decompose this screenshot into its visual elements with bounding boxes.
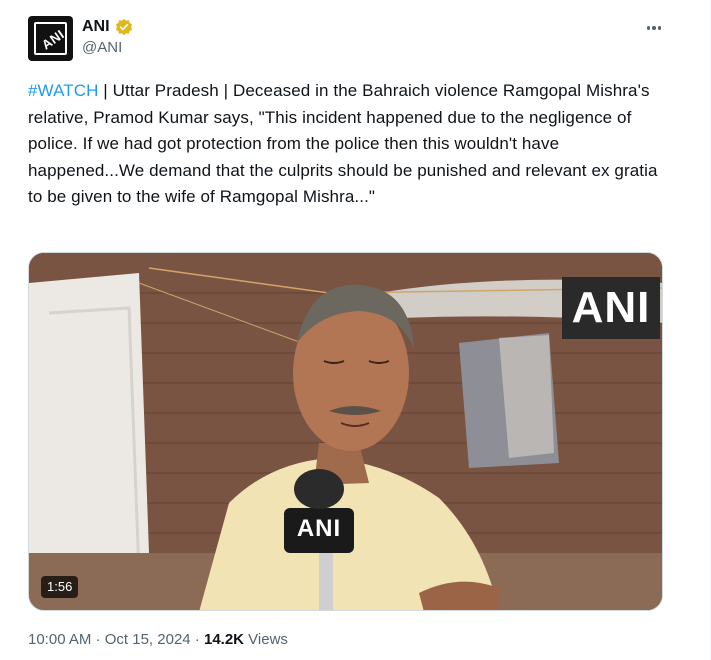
author-name-row: ANI (82, 16, 133, 38)
views-count: 14.2K (203, 631, 245, 648)
hashtag-link[interactable]: #WATCH (28, 81, 98, 100)
avatar[interactable]: ANI (28, 16, 73, 61)
tweet-text: #WATCH | Uttar Pradesh | Deceased in the… (28, 78, 668, 211)
author-handle[interactable]: @ANI (82, 39, 122, 56)
author-display-name[interactable]: ANI (82, 18, 110, 36)
video-duration-badge: 1:56 (41, 576, 79, 598)
meta-separator: · (190, 631, 204, 648)
tweet-card: ANI ANI @ANI #WATCH | Uttar Pradesh | De… (0, 0, 711, 660)
ani-watermark-logo: ANI (562, 277, 660, 339)
tweet-body: | Uttar Pradesh | Deceased in the Bahrai… (28, 81, 658, 206)
microphone-label: ANI (296, 515, 342, 542)
meta-separator: · (91, 631, 105, 648)
views-label: Views (244, 631, 288, 648)
video-player[interactable]: ANI ANI 1:56 (28, 252, 663, 611)
tweet-meta: 10:00 AM · Oct 15, 2024 · 14.2K Views (28, 631, 288, 648)
verified-badge-icon (115, 18, 133, 36)
avatar-frame: ANI (34, 22, 67, 55)
more-options-icon[interactable] (642, 18, 666, 38)
tweet-date[interactable]: Oct 15, 2024 (105, 631, 191, 648)
tweet-time[interactable]: 10:00 AM (28, 631, 91, 648)
avatar-logo-text: ANI (38, 26, 68, 53)
